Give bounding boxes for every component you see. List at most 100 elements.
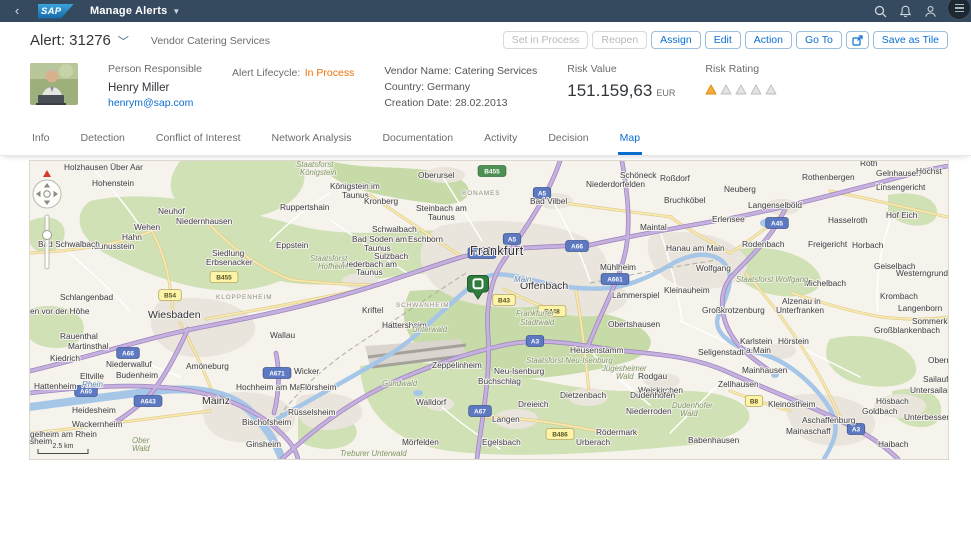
route-shield: A661 [601,274,629,285]
object-header-title-row: Alert: 31276 ﹀ Vendor Catering Services … [0,22,971,53]
map-label: Eppstein [276,240,309,250]
map-label: Höchst [916,166,943,176]
map-label: Niedernhausen [176,216,233,226]
warning-triangle-icon [720,84,732,95]
person-email-link[interactable]: henrym@sap.com [108,97,202,109]
map-label: Kleinostheim [768,399,816,409]
tab-decision[interactable]: Decision [546,125,590,155]
map-label: Staatsforst Neu-Isenburg [526,356,613,365]
map-label: sheim [30,436,52,446]
map-label: Langenselbold [748,200,802,210]
risk-rating-icons [705,84,777,95]
map-label: Bruchköbel [664,195,706,205]
tab-info[interactable]: Info [30,125,52,155]
person-icon[interactable] [924,5,937,18]
map-label: Hösbach [876,396,909,406]
map-label: Gundwald [382,379,418,388]
map-label: Mühlheim [600,262,636,272]
map-label: Holzhausen Über Aar [64,162,143,172]
map-label: a.Main [746,345,771,355]
country-value: Germany [427,81,470,93]
map-label: Kronberg [364,196,399,206]
share-button[interactable] [846,31,869,49]
map-label: Erbsenacker [206,257,253,267]
map-label: Wald [132,444,150,453]
map-label: Schlangenbad [60,292,113,302]
map-label: Dreieich [518,399,549,409]
risk-rating-label: Risk Rating [705,63,777,75]
edit-button[interactable]: Edit [705,31,741,49]
set-in-process-button[interactable]: Set in Process [503,31,589,49]
tab-activity[interactable]: Activity [482,125,519,155]
go-to-button[interactable]: Go To [796,31,842,49]
action-button[interactable]: Action [745,31,792,49]
user-avatar-menu[interactable] [947,0,971,20]
risk-value: 151.159,63 [567,81,652,100]
svg-text:B486: B486 [552,432,568,439]
person-name: Henry Miller [108,82,202,94]
bell-icon[interactable] [899,5,912,18]
map-canvas[interactable]: A5A5A3A3A66A66A45A661A648A67A60A671A643B… [30,161,948,459]
risk-value-currency: EUR [656,88,675,98]
map-label: Babenhausen [688,435,740,445]
sap-logo[interactable]: SAP [38,4,74,19]
map-label: Michelbach [804,278,846,288]
tab-documentation[interactable]: Documentation [380,125,455,155]
map-label: Niederdorfelden [586,179,645,189]
svg-text:A661: A661 [607,277,623,284]
map-label: Amöneburg [186,361,229,371]
map-label: Hattenheim [34,381,77,391]
page-subtitle: Vendor Catering Services [151,35,270,47]
app-title[interactable]: Manage Alerts [90,5,167,17]
map-label: Niederwalluf [106,359,152,369]
svg-text:B8: B8 [750,399,759,406]
zoom-slider-handle[interactable] [43,231,52,240]
map-label: en vor der Höhe [30,306,90,316]
map-label: Königstein [300,168,336,177]
map-label: Horbach [852,240,884,250]
tab-detection[interactable]: Detection [79,125,127,155]
header-facets: Person Responsible Henry Miller henrym@s… [0,53,971,125]
map-label: Aschaffenburg [802,415,856,425]
map-label: Langen [492,414,520,424]
facet-risk-value: Risk Value 151.159,63EUR [567,63,675,101]
assign-button[interactable]: Assign [651,31,701,49]
country-label: Country: [384,81,424,93]
map-label: Gelnhausen [876,168,921,178]
warning-triangle-icon [705,84,717,95]
back-button[interactable]: ‹ [6,0,28,22]
map-label: Rüsselsheim [288,407,336,417]
map-label: Ruppertshain [280,202,330,212]
map-label: Rodenbach [742,239,785,249]
route-shield: A671 [263,368,291,379]
map-label: BONAMES [462,190,501,197]
route-shield: A643 [134,396,162,407]
action-bar: Set in ProcessReopenAssignEditActionGo T… [503,31,948,49]
route-shield: A66 [566,241,589,252]
route-shield: A3 [847,424,864,435]
map-label: Rhein [82,380,103,389]
map-label: Erlensee [712,214,745,224]
svg-text:A643: A643 [140,399,156,406]
map-label: Urberach [576,437,611,447]
map-label: Roßdorf [660,173,691,183]
map-label: Bischofsheim [242,417,291,427]
shell-bar: ‹ SAP Manage Alerts ▼ [0,0,971,22]
map-label: Krombach [880,291,918,301]
map-label: Rödermark [596,427,638,437]
search-icon[interactable] [874,5,887,18]
svg-text:A66: A66 [571,244,583,251]
tab-map[interactable]: Map [618,125,642,155]
map-label: Rauenthal [60,331,98,341]
share-icon [852,35,863,46]
app-title-caret-icon[interactable]: ▼ [172,7,180,16]
reopen-button[interactable]: Reopen [592,31,647,49]
tab-network-analysis[interactable]: Network Analysis [270,125,354,155]
map-container: A5A5A3A3A66A66A45A661A648A67A60A671A643B… [30,161,948,459]
map-label: Frankfurt [470,244,524,258]
tab-conflict-of-interest[interactable]: Conflict of Interest [154,125,243,155]
title-expand-chevron-icon[interactable]: ﹀ [118,33,129,49]
facet-risk-rating: Risk Rating [705,63,777,95]
save-as-tile-button[interactable]: Save as Tile [873,31,948,49]
map-label: Neuberg [724,184,756,194]
